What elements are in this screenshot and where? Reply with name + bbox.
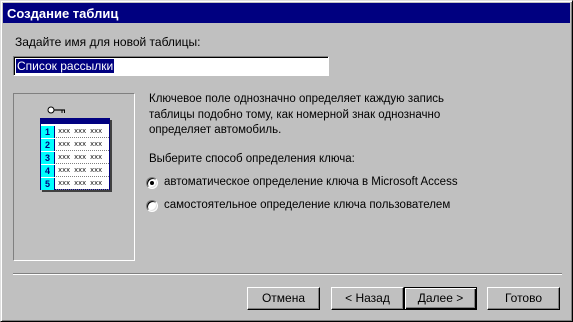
description-line: Ключевое поле однозначно определяет кажд… (149, 93, 444, 105)
title-bar: Создание таблиц (3, 3, 570, 23)
key-description: Ключевое поле однозначно определяет кажд… (149, 92, 449, 139)
key-icon (47, 106, 65, 114)
table-icon-row: 4 xxx xxx xxx (41, 165, 109, 177)
table-icon-row: 1 xxx xxx xxx (41, 126, 109, 138)
table-icon-row: 2 xxx xxx xxx (41, 139, 109, 151)
row-number: 5 (41, 178, 55, 190)
radio-button[interactable] (146, 177, 158, 189)
row-number: 4 (41, 165, 55, 177)
back-button[interactable]: < Назад (331, 287, 404, 310)
key-illustration-panel: 1 xxx xxx xxx 2 xxx xxx xxx 3 xxx xxx xx… (13, 93, 135, 261)
table-icon-row: 3 xxx xxx xxx (41, 152, 109, 164)
finish-button[interactable]: Готово (487, 287, 560, 310)
radio-selected-dot (150, 181, 154, 185)
description-line: таблицы подобно тому, как номерной знак … (149, 108, 441, 121)
description-line: определяет автомобиль. (149, 124, 282, 136)
row-cells: xxx xxx xxx (58, 167, 103, 175)
radio-button[interactable] (146, 200, 158, 212)
separator (13, 273, 562, 275)
table-icon: 1 xxx xxx xxx 2 xxx xxx xxx 3 xxx xxx xx… (40, 118, 110, 190)
table-wizard-dialog: Создание таблиц Задайте имя для новой та… (0, 0, 573, 322)
table-name-value: Список рассылки (16, 59, 115, 73)
key-method-label: Выберите способ определения ключа: (149, 153, 355, 165)
table-name-label: Задайте имя для новой таблицы: (15, 35, 201, 49)
table-icon-row: 5 xxx xxx xxx (41, 178, 109, 190)
table-name-input[interactable]: Список рассылки (13, 56, 329, 76)
radio-auto-key-label[interactable]: автоматическое определение ключа в Micro… (164, 176, 458, 188)
row-cells: xxx xxx xxx (58, 128, 103, 136)
row-number: 3 (41, 152, 55, 164)
row-number: 2 (41, 139, 55, 151)
radio-manual-key-label[interactable]: самостоятельное определение ключа пользо… (164, 199, 450, 211)
row-cells: xxx xxx xxx (58, 180, 103, 188)
row-number: 1 (41, 126, 55, 138)
cancel-button[interactable]: Отмена (247, 287, 320, 310)
row-cells: xxx xxx xxx (58, 154, 103, 162)
row-cells: xxx xxx xxx (58, 141, 103, 149)
next-button[interactable]: Далее > (404, 287, 477, 310)
window-title: Создание таблиц (7, 6, 119, 21)
